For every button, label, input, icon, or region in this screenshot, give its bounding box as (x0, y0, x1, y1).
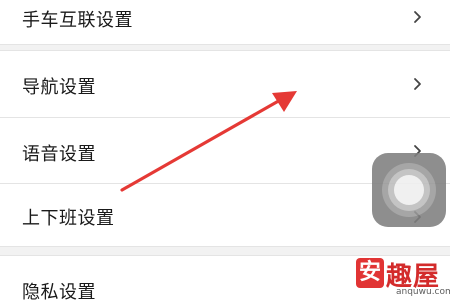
row-label: 上下班设置 (22, 208, 115, 229)
watermark-badge: 安 (356, 258, 384, 288)
assistive-touch-icon[interactable] (372, 153, 446, 227)
row-label: 隐私设置 (22, 282, 96, 303)
chevron-right-icon (414, 78, 421, 90)
settings-row-navigation[interactable]: 导航设置 (0, 51, 450, 116)
settings-screen: 手车互联设置 导航设置 语音设置 上下班设置 隐私设置 安 趣屋 anquwu.… (0, 0, 450, 303)
chevron-right-icon (414, 11, 421, 23)
row-label: 导航设置 (22, 77, 96, 98)
watermark-logo: 安 趣屋 anquwu.com (356, 254, 450, 298)
settings-row-phone-car-link[interactable]: 手车互联设置 (0, 0, 450, 44)
row-label: 手车互联设置 (22, 10, 133, 31)
watermark-url: anquwu.com (396, 287, 450, 297)
assistive-touch-ring-inner (394, 175, 424, 205)
row-label: 语音设置 (22, 144, 96, 165)
